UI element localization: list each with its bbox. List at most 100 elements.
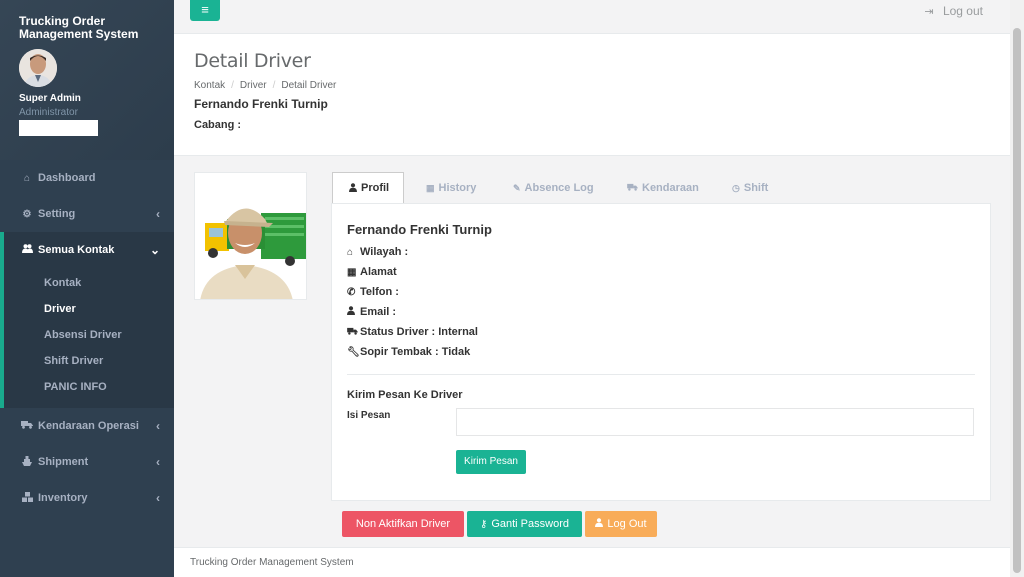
sidebar-item-setting[interactable]: ⚙ Setting ‹: [0, 196, 174, 232]
truck-icon: [347, 327, 360, 338]
sidebar-subitem-shift-driver[interactable]: Shift Driver: [4, 348, 174, 374]
sign-out-icon: ⇥: [924, 6, 934, 18]
chevron-left-icon: ‹: [156, 419, 160, 433]
isi-pesan-input[interactable]: [456, 408, 974, 436]
clock-icon: ◷: [732, 182, 740, 193]
page-title: Detail Driver: [194, 50, 311, 72]
driver-logout-label: Log Out: [607, 518, 647, 530]
sidebar: Trucking Order Management System Super A…: [0, 0, 174, 577]
sidebar-item-dashboard[interactable]: ⌂ Dashboard: [0, 160, 174, 196]
wrench-icon: 🔧︎: [347, 346, 360, 358]
telfon-label: Telfon :: [360, 286, 399, 298]
scrollbar-thumb[interactable]: [1013, 28, 1021, 573]
kirim-pesan-button[interactable]: Kirim Pesan: [456, 450, 526, 474]
avatar[interactable]: [19, 49, 57, 87]
isi-pesan-label: Isi Pesan: [347, 410, 391, 421]
footer-text: Trucking Order Management System: [190, 557, 354, 568]
cubes-icon: [20, 491, 34, 505]
sidebar-header: Trucking Order Management System Super A…: [0, 0, 174, 160]
sidebar-item-semua-kontak[interactable]: Semua Kontak ⌄: [0, 232, 174, 268]
driver-name-heading: Fernando Frenki Turnip: [194, 97, 328, 111]
change-password-button[interactable]: ⚷ Ganti Password: [467, 511, 582, 537]
chevron-down-icon: ⌄: [149, 243, 160, 257]
tab-kendaraan[interactable]: Kendaraan: [627, 172, 699, 204]
profil-panel: Fernando Frenki Turnip ⌂ Wilayah : ▦ Ala…: [331, 203, 991, 501]
page-scrollbar[interactable]: [1010, 0, 1024, 577]
sidebar-item-label: Shipment: [38, 456, 89, 468]
calendar-icon: ▦: [426, 182, 435, 193]
top-navbar: ≡ ⇥ Log out: [174, 0, 1010, 34]
truck-icon: [627, 183, 638, 193]
menu-toggle-button[interactable]: ≡: [190, 0, 220, 21]
tab-label: Shift: [743, 182, 769, 194]
sidebar-item-label: Semua Kontak: [38, 244, 115, 256]
truck-icon: [20, 420, 34, 432]
sidebar-subitem-absensi-driver[interactable]: Absensi Driver: [4, 322, 174, 348]
sidebar-subitem-kontak[interactable]: Kontak: [4, 270, 174, 296]
sopir-tembak-row: 🔧︎ Sopir Tembak : Tidak: [347, 342, 975, 362]
alamat-row: ▦ Alamat: [347, 262, 975, 282]
email-label: Email :: [360, 306, 397, 318]
chevron-left-icon: ‹: [156, 491, 160, 505]
calendar-icon: ▦: [347, 266, 357, 278]
tab-label: Profil: [361, 182, 390, 194]
tab-absence-log[interactable]: ✎ Absence Log: [513, 172, 594, 204]
sidebar-item-shipment[interactable]: Shipment ‹: [0, 444, 174, 480]
status-driver-label: Status Driver : Internal: [360, 326, 478, 338]
breadcrumb-separator: /: [272, 80, 276, 91]
user-icon: [347, 306, 360, 318]
edit-icon: ✎: [513, 182, 521, 193]
key-icon: ⚷: [480, 518, 488, 530]
gears-icon: ⚙: [22, 208, 32, 220]
breadcrumb-item-driver[interactable]: Driver: [240, 80, 267, 91]
breadcrumb-separator: /: [231, 80, 234, 91]
profile-name[interactable]: Super Admin: [19, 93, 155, 104]
cabang-label: Cabang :: [194, 119, 242, 131]
footer: Trucking Order Management System: [174, 547, 1010, 577]
wilayah-row: ⌂ Wilayah :: [347, 242, 975, 262]
chevron-left-icon: ‹: [156, 207, 160, 221]
breadcrumb-item-detail-driver: Detail Driver: [281, 80, 337, 91]
sidebar-item-inventory[interactable]: Inventory ‹: [0, 480, 174, 516]
telfon-row: ✆ Telfon :: [347, 282, 975, 302]
profile-role: Administrator: [19, 107, 78, 118]
phone-icon: ✆: [347, 286, 356, 298]
wilayah-label: Wilayah :: [360, 246, 409, 258]
driver-logout-button[interactable]: Log Out: [585, 511, 657, 537]
driver-name: Fernando Frenki Turnip: [347, 222, 492, 237]
tab-label: History: [438, 182, 477, 194]
alamat-label: Alamat: [360, 266, 397, 278]
action-bar: Non Aktifkan Driver ⚷ Ganti Password Log…: [331, 501, 991, 545]
logout-label: Log out: [942, 4, 983, 18]
sidebar-subitem-driver[interactable]: Driver: [4, 296, 174, 322]
home-icon: ⌂: [347, 246, 354, 258]
tab-history[interactable]: ▦ History: [426, 172, 476, 204]
sidebar-item-label: Setting: [38, 208, 76, 220]
tab-label: Kendaraan: [642, 182, 699, 194]
sidebar-subitem-panic-info[interactable]: PANIC INFO: [4, 374, 174, 400]
logout-link[interactable]: ⇥ Log out: [924, 4, 983, 18]
email-row: Email :: [347, 302, 975, 322]
user-icon: [349, 182, 357, 194]
tab-label: Absence Log: [524, 182, 594, 194]
sopir-tembak-label: Sopir Tembak : Tidak: [360, 346, 471, 358]
breadcrumb-item-kontak[interactable]: Kontak: [194, 80, 225, 91]
ship-icon: [20, 455, 34, 469]
divider: [347, 374, 975, 375]
profile-dropdown-box[interactable]: [19, 120, 98, 136]
bars-icon: ≡: [201, 2, 209, 17]
driver-tabs: Profil ▦ History ✎ Absence Log Kendaraan…: [331, 172, 991, 204]
home-icon: ⌂: [23, 172, 31, 184]
sidebar-item-label: Kendaraan Operasi: [38, 420, 139, 432]
sidebar-item-label: Dashboard: [38, 172, 96, 184]
message-form-row: Isi Pesan: [347, 408, 975, 436]
app-title: Trucking Order Management System: [19, 14, 139, 41]
send-message-title: Kirim Pesan Ke Driver: [347, 389, 463, 401]
change-password-label: Ganti Password: [491, 518, 569, 530]
deactivate-driver-button[interactable]: Non Aktifkan Driver: [342, 511, 464, 537]
tab-shift[interactable]: ◷ Shift: [732, 172, 768, 204]
user-icon: [595, 518, 604, 530]
chevron-left-icon: ‹: [156, 455, 160, 469]
sidebar-item-kendaraan-operasi[interactable]: Kendaraan Operasi ‹: [0, 408, 174, 444]
tab-profil[interactable]: Profil: [332, 172, 404, 204]
